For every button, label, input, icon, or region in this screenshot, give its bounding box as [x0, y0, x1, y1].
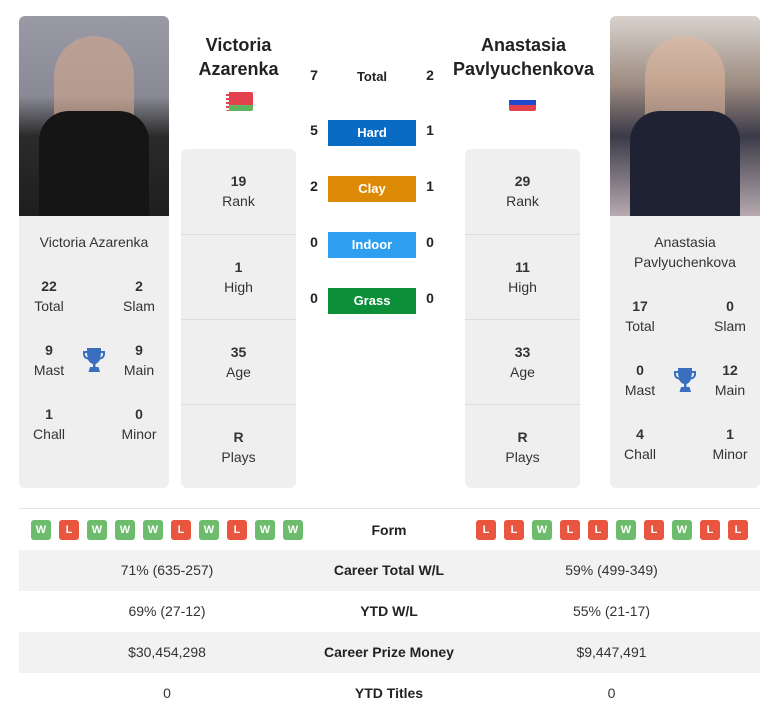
prize-money-row: $30,454,298 Career Prize Money $9,447,49…	[19, 632, 760, 673]
player2-high: 11 High	[465, 234, 580, 319]
h2h-indoor-p2: 0	[426, 234, 434, 250]
career-wl-label: Career Total W/L	[333, 562, 445, 578]
surface-clay-badge[interactable]: Clay	[328, 176, 416, 202]
ytd-titles-row: 0 YTD Titles 0	[19, 673, 760, 714]
player1-name-heading[interactable]: Victoria Azarenka	[181, 33, 296, 81]
player2-form-badge-loss: L	[728, 520, 748, 540]
career-wl-row: 71% (635-257) Career Total W/L 59% (499-…	[19, 550, 760, 591]
player1-form-badge-loss: L	[227, 520, 247, 540]
player2-minor-titles: 1 Minor	[712, 426, 748, 462]
player2-form-badge-loss: L	[560, 520, 580, 540]
h2h-clay-p1: 2	[310, 178, 318, 194]
h2h-grass-p1: 0	[310, 290, 318, 306]
player1-minor-titles: 0 Minor	[121, 406, 157, 442]
trophy-icon	[83, 348, 105, 372]
player2-name-heading[interactable]: Anastasia Pavlyuchenkova	[446, 33, 601, 81]
player1-slam-titles: 2 Slam	[123, 278, 155, 314]
surface-hard-badge[interactable]: Hard	[328, 120, 416, 146]
player2-info-column: 29 Rank 11 High 33 Age R Plays	[465, 149, 580, 488]
player2-slam-titles: 0 Slam	[714, 298, 746, 334]
player1-career-wl: 71% (635-257)	[120, 562, 214, 578]
ytd-wl-row: 69% (27-12) YTD W/L 55% (21-17)	[19, 591, 760, 632]
player2-titles-card: Anastasia Pavlyuchenkova 17 Total 0 Slam 0M…	[610, 216, 760, 488]
player2-main-titles: 12 Main	[714, 362, 746, 398]
h2h-hard-p2: 1	[426, 122, 434, 138]
player1-titles-card: Victoria Azarenka 22 Total 2 Slam 9 Mast 9M…	[19, 216, 169, 488]
h2h-grass-p2: 0	[426, 290, 434, 306]
h2h-indoor-p1: 0	[310, 234, 318, 250]
prize-money-label: Career Prize Money	[324, 644, 454, 660]
surface-indoor-badge[interactable]: Indoor	[328, 232, 416, 258]
player1-photo-outfit	[39, 111, 149, 216]
ytd-titles-label: YTD Titles	[354, 685, 424, 701]
player1-form-badge-win: W	[283, 520, 303, 540]
player1-plays: R Plays	[181, 404, 296, 489]
h2h-total-label: Total	[356, 69, 388, 84]
player1-form-badge-win: W	[199, 520, 219, 540]
player2-ytd-wl: 55% (21-17)	[572, 603, 651, 619]
player2-form-badge-loss: L	[476, 520, 496, 540]
player1-photo	[19, 16, 169, 216]
player1-form-badge-win: W	[31, 520, 51, 540]
player1-form-badge-win: W	[255, 520, 275, 540]
player2-photo	[610, 16, 760, 216]
player2-form-badge-win: W	[616, 520, 636, 540]
player1-high: 1 High	[181, 234, 296, 319]
trophy-icon	[674, 368, 696, 392]
russia-flag-icon	[509, 97, 536, 111]
player2-form-badge-loss: L	[700, 520, 720, 540]
player2-career-wl: 59% (499-349)	[565, 562, 658, 578]
player2-plays: R Plays	[465, 404, 580, 489]
player2-form-badge-win: W	[672, 520, 692, 540]
h2h-hard-p1: 5	[310, 122, 318, 138]
player2-age: 33 Age	[465, 319, 580, 404]
player1-form-badge-loss: L	[59, 520, 79, 540]
player2-form-badge-loss: L	[644, 520, 664, 540]
player1-total-titles: 22 Total	[34, 278, 64, 314]
belarus-flag-icon	[226, 92, 253, 111]
player2-total-titles: 17 Total	[625, 298, 655, 334]
player2-form-badge-loss: L	[504, 520, 524, 540]
h2h-total-p1: 7	[310, 67, 318, 83]
player2-card-name[interactable]: Anastasia Pavlyuchenkova	[610, 232, 760, 272]
player1-main-titles: 9 Main	[123, 342, 155, 378]
player1-ytd-wl: 69% (27-12)	[128, 603, 206, 619]
player1-card-name[interactable]: Victoria Azarenka	[19, 232, 169, 252]
player2-chall-titles: 4 Chall	[624, 426, 656, 462]
player1-ytd-titles: 0	[163, 685, 171, 701]
player2-ytd-titles: 0	[607, 685, 616, 701]
player2-form-badge-loss: L	[588, 520, 608, 540]
player1-form-badge-win: W	[87, 520, 107, 540]
player1-rank: 19 Rank	[222, 173, 255, 209]
form-label: Form	[371, 522, 407, 538]
player2-rank: 29 Rank	[506, 173, 539, 209]
player1-form-badge-win: W	[115, 520, 135, 540]
player1-prize-money: $30,454,298	[128, 644, 206, 660]
h2h-clay-p2: 1	[426, 178, 434, 194]
player2-mast-titles: 0 Mast	[624, 362, 656, 398]
player1-form-badge-win: W	[143, 520, 163, 540]
player1-form-badge-loss: L	[171, 520, 191, 540]
player1-age: 35 Age	[181, 319, 296, 404]
h2h-total-p2: 2	[426, 67, 434, 83]
player2-form-badge-win: W	[532, 520, 552, 540]
player1-mast-titles: 9 Mast	[33, 342, 65, 378]
player1-info-column: 19 Rank 1 High 35 Age R Plays	[181, 149, 296, 488]
table-divider	[19, 508, 760, 509]
ytd-wl-label: YTD W/L	[360, 603, 418, 619]
surface-grass-badge[interactable]: Grass	[328, 288, 416, 314]
player1-chall-titles: 1 Chall	[33, 406, 65, 442]
player2-photo-outfit	[630, 111, 740, 216]
player2-prize-money: $9,447,491	[576, 644, 647, 660]
